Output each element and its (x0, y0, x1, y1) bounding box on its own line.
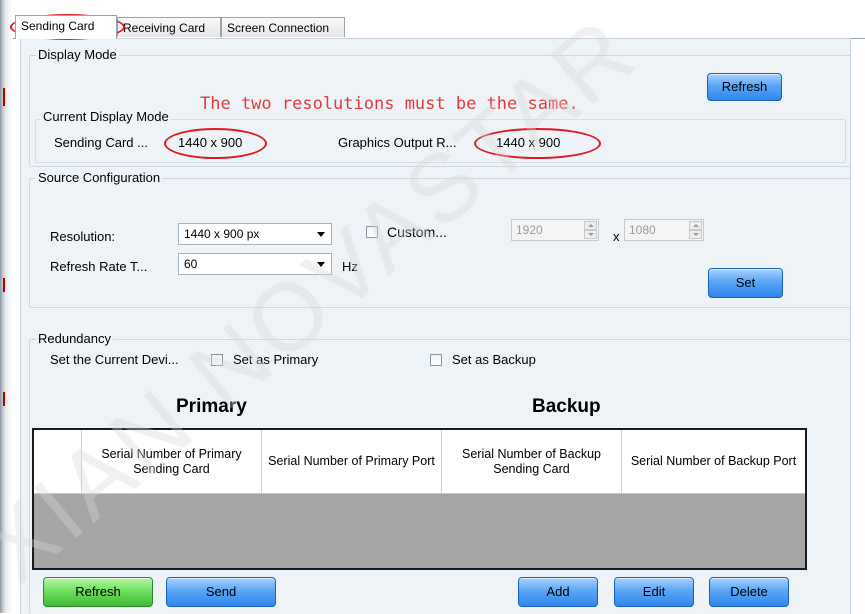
edit-button[interactable]: Edit (614, 577, 694, 607)
stepper-down-icon[interactable] (584, 230, 597, 239)
resolution-match-annotation: The two resolutions must be the same. (200, 94, 579, 114)
custom-height-value: 1080 (629, 223, 656, 237)
edge-mark (3, 392, 5, 406)
tab-bar: Sending Card Receiving Card Screen Conne… (13, 15, 865, 39)
set-primary-label: Set as Primary (233, 352, 319, 367)
display-mode-title: Display Mode (36, 47, 119, 62)
window-left-edge (0, 0, 13, 613)
custom-width-stepper[interactable]: 1920 (511, 219, 599, 241)
redundancy-table[interactable]: Serial Number of Primary Sending Card Se… (32, 428, 807, 570)
resolution-select-value: 1440 x 900 px (184, 227, 260, 241)
chevron-down-icon (317, 262, 325, 267)
stepper-down-icon[interactable] (689, 230, 702, 239)
set-button[interactable]: Set (708, 268, 783, 298)
set-primary-checkbox[interactable] (211, 354, 223, 366)
sending-card-resolution-label: Sending Card ... (54, 135, 148, 150)
chevron-down-icon (317, 232, 325, 237)
custom-resolution-checkbox[interactable] (366, 226, 378, 238)
row-header-corner (34, 430, 82, 493)
custom-height-stepper[interactable]: 1080 (624, 219, 704, 241)
set-backup-checkbox[interactable] (430, 354, 442, 366)
backup-heading: Backup (532, 396, 601, 417)
column-header-primary-sending-card[interactable]: Serial Number of Primary Sending Card (82, 430, 262, 493)
graphics-output-resolution-label: Graphics Output R... (338, 135, 457, 150)
dimension-separator: x (613, 229, 620, 244)
edge-mark (3, 88, 5, 106)
custom-resolution-label: Custom... (387, 224, 447, 240)
set-current-device-label: Set the Current Devi... (50, 352, 179, 367)
sending-card-value-highlight (164, 128, 267, 159)
tab-receiving-card[interactable]: Receiving Card (117, 17, 221, 37)
delete-button[interactable]: Delete (709, 577, 789, 607)
edge-mark (3, 278, 5, 292)
refresh-rate-label: Refresh Rate T... (50, 259, 148, 274)
stepper-up-icon[interactable] (584, 221, 597, 230)
redundancy-title: Redundancy (36, 331, 113, 346)
refresh-button[interactable]: Refresh (43, 577, 153, 607)
send-button[interactable]: Send (166, 577, 276, 607)
current-display-mode-title: Current Display Mode (41, 109, 171, 124)
column-header-backup-sending-card[interactable]: Serial Number of Backup Sending Card (442, 430, 622, 493)
graphics-output-value-highlight (474, 128, 601, 159)
hz-unit-label: Hz (342, 259, 358, 274)
tab-sending-card[interactable]: Sending Card (15, 15, 117, 39)
refresh-rate-select-value: 60 (184, 257, 198, 271)
custom-width-value: 1920 (516, 223, 543, 237)
refresh-rate-select[interactable]: 60 (178, 253, 332, 275)
column-header-backup-port[interactable]: Serial Number of Backup Port (622, 430, 805, 493)
stepper-up-icon[interactable] (689, 221, 702, 230)
tab-screen-connection[interactable]: Screen Connection (221, 17, 345, 37)
column-header-primary-port[interactable]: Serial Number of Primary Port (262, 430, 442, 493)
resolution-select[interactable]: 1440 x 900 px (178, 223, 332, 245)
add-button[interactable]: Add (518, 577, 598, 607)
set-backup-label: Set as Backup (452, 352, 536, 367)
source-configuration-title: Source Configuration (36, 170, 163, 185)
resolution-label: Resolution: (50, 229, 116, 244)
display-refresh-button[interactable]: Refresh (707, 73, 782, 101)
redundancy-table-header: Serial Number of Primary Sending Card Se… (34, 430, 805, 494)
primary-heading: Primary (176, 396, 247, 417)
